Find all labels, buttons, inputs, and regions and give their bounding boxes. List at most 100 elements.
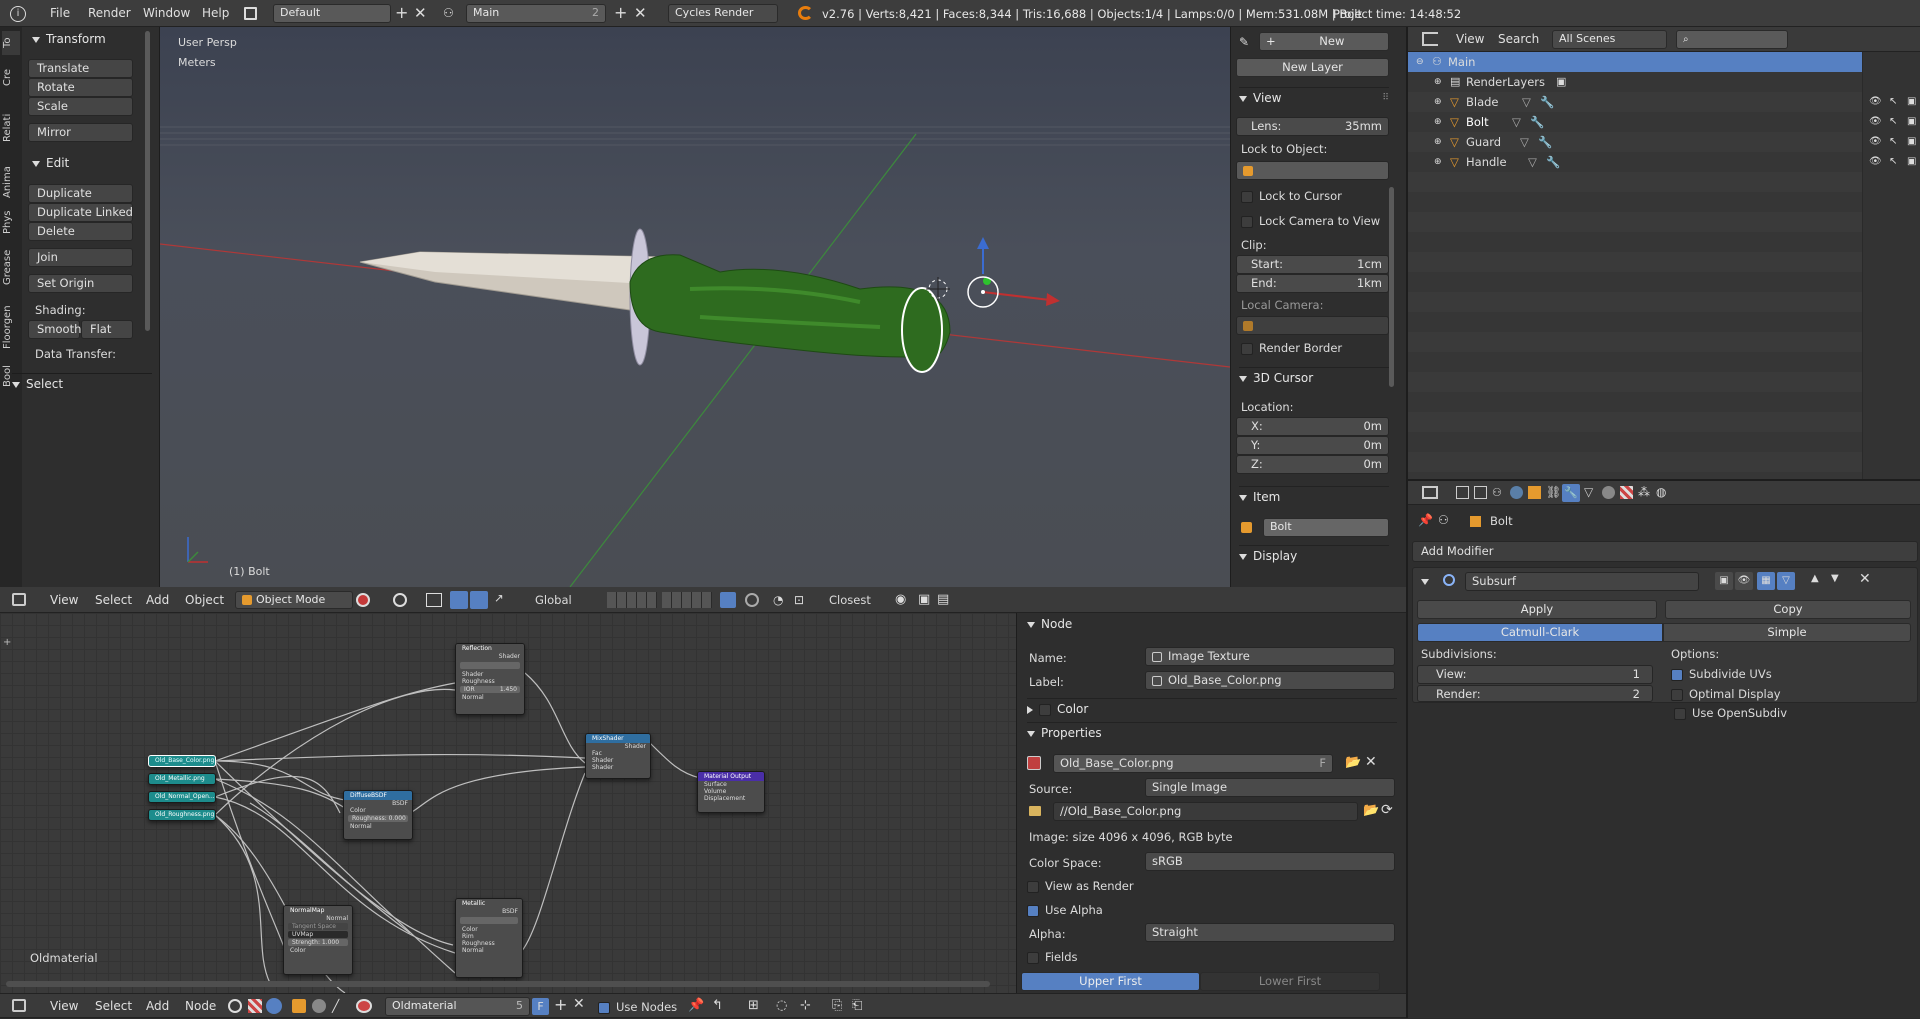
editor-type-icon[interactable] <box>12 593 26 606</box>
select-restrict-icon[interactable]: ↖ <box>1889 136 1897 147</box>
texture-tree-icon[interactable] <box>248 999 262 1013</box>
menu-view[interactable]: View <box>50 587 78 613</box>
shader-tree-icon[interactable] <box>228 999 242 1013</box>
add-scene-icon[interactable]: + <box>614 3 627 22</box>
use-nodes-checkbox[interactable]: Use Nodes <box>598 1000 677 1014</box>
clip-start-field[interactable]: Start: 1cm <box>1236 255 1389 274</box>
constraints-tab-icon[interactable]: ⛓ <box>1546 485 1561 499</box>
line-style-icon[interactable]: ╱ <box>332 999 339 1013</box>
close-scene-icon[interactable]: ✕ <box>634 4 647 22</box>
tab-physics[interactable]: Phys <box>2 207 20 237</box>
tab-create[interactable]: Cre <box>2 59 20 95</box>
scene-tab-icon[interactable]: ⚇ <box>1492 486 1502 499</box>
apply-button[interactable]: Apply <box>1417 600 1657 619</box>
translate-manipulator-icon[interactable] <box>450 591 468 609</box>
layers-grid-2[interactable] <box>662 592 712 608</box>
tab-animation[interactable]: Anima <box>2 161 20 203</box>
data-tab-icon[interactable]: ▽ <box>1584 485 1593 499</box>
normal-map-node[interactable]: NormalMap Normal Tangent Space UVMap Str… <box>283 905 353 975</box>
texture-tab-icon[interactable] <box>1620 486 1633 499</box>
image-node-normal[interactable]: Old_Normal_Open... <box>148 791 216 803</box>
tangent-select[interactable]: Tangent Space <box>288 923 348 930</box>
layout-grid-icon[interactable] <box>244 7 257 20</box>
optimal-display-checkbox[interactable]: Optimal Display <box>1671 687 1781 701</box>
physics-tab-icon[interactable]: ◍ <box>1656 485 1666 499</box>
paste-nodes-icon[interactable]: ⎗ <box>852 998 862 1013</box>
node-editor[interactable]: + Old_Base_Color.png Old_Metallic.png Ol… <box>0 613 1016 993</box>
world-tab-icon[interactable] <box>1510 486 1523 499</box>
render-engine-select[interactable]: Cycles Render <box>668 4 778 23</box>
upper-first-button[interactable]: Upper First <box>1021 972 1200 991</box>
properties-editor-icon[interactable] <box>1422 486 1438 499</box>
mode-select[interactable]: Object Mode <box>235 591 353 609</box>
open-image-icon[interactable]: 📂 <box>1345 755 1361 770</box>
outliner-editor-icon[interactable] <box>1422 32 1438 46</box>
use-alpha-checkbox[interactable]: Use Alpha <box>1027 903 1103 917</box>
remove-modifier-icon[interactable]: ✕ <box>1859 571 1871 587</box>
editmode-toggle-icon[interactable]: ▦ <box>1757 572 1775 590</box>
use-opensubdiv-checkbox[interactable]: Use OpenSubdiv <box>1674 706 1787 720</box>
tab-floorgen[interactable]: Floorgen <box>2 297 20 357</box>
clip-end-field[interactable]: End: 1km <box>1236 274 1389 293</box>
unlink-material-icon[interactable]: ✕ <box>573 996 585 1012</box>
node-panel-header[interactable]: Node <box>1027 614 1397 634</box>
scale-button[interactable]: Scale <box>28 97 133 116</box>
lock-to-cursor-checkbox[interactable]: Lock to Cursor <box>1241 189 1342 203</box>
properties-panel-header[interactable]: Properties <box>1027 722 1397 742</box>
reflection-node[interactable]: Reflection Shader Shader Roughness IOR 1… <box>455 643 525 715</box>
shading-sphere-icon[interactable] <box>356 593 370 607</box>
cursor-z-field[interactable]: Z: 0m <box>1236 455 1389 474</box>
new-button[interactable]: + New <box>1259 32 1389 51</box>
lock-object-field[interactable] <box>1236 161 1389 180</box>
mirror-button[interactable]: Mirror <box>28 123 133 142</box>
layers-grid-1[interactable] <box>607 592 657 608</box>
node-snap-icon[interactable]: ⊹ <box>800 998 811 1013</box>
3d-viewport[interactable]: User Persp Meters (1) Bolt <box>160 27 1230 587</box>
set-origin-button[interactable]: Set Origin <box>28 274 133 293</box>
duplicate-linked-button[interactable]: Duplicate Linked <box>28 203 133 222</box>
render-toggle-icon[interactable]: ▣ <box>1715 572 1733 590</box>
manipulator-icon[interactable] <box>426 593 442 607</box>
colorspace-select[interactable]: sRGB <box>1145 852 1395 871</box>
outliner-row-blade[interactable]: ⊕ ▽ Blade ▽ 🔧 <box>1408 92 1808 112</box>
object-shader-icon[interactable] <box>292 999 306 1013</box>
cursor-y-field[interactable]: Y: 0m <box>1236 436 1389 455</box>
snap-target-select[interactable]: Closest <box>829 593 871 607</box>
add-material-icon[interactable]: + <box>554 995 567 1014</box>
scene-icon[interactable]: ⚇ <box>443 6 454 20</box>
display-panel-header[interactable]: Display <box>1239 545 1389 565</box>
node-label-field[interactable]: Old_Base_Color.png <box>1145 671 1395 690</box>
add-modifier-button[interactable]: Add Modifier <box>1412 541 1918 562</box>
image-node-roughness[interactable]: Old_Roughness.png <box>148 809 216 821</box>
image-node-base-color[interactable]: Old_Base_Color.png <box>148 755 216 767</box>
join-button[interactable]: Join <box>28 248 133 267</box>
browse-file-icon[interactable]: 📂 <box>1363 803 1379 818</box>
smooth-button[interactable]: Smooth <box>28 320 81 339</box>
view-panel-header[interactable]: View ⠿ <box>1239 87 1389 107</box>
lens-field[interactable]: Lens: 35mm <box>1236 117 1389 136</box>
alpha-select[interactable]: Straight <box>1145 923 1395 942</box>
select-restrict-icon[interactable]: ↖ <box>1889 116 1897 127</box>
copy-nodes-icon[interactable]: ⎘ <box>832 998 842 1013</box>
world-shader-icon[interactable] <box>312 999 326 1013</box>
scene-field[interactable]: Main 2 <box>466 4 606 23</box>
modifier-name-field[interactable]: Subsurf <box>1465 572 1699 591</box>
visibility-icon[interactable]: 👁 <box>1869 156 1882 167</box>
flat-button[interactable]: Flat <box>81 320 133 339</box>
view-levels-field[interactable]: View: 1 <box>1417 665 1653 684</box>
pin-icon[interactable]: 📌 <box>688 998 704 1013</box>
n-panel-scrollbar[interactable] <box>1389 187 1394 387</box>
mix-shader-node[interactable]: MixShader Shader Fac Shader Shader <box>585 733 651 779</box>
node-name-field[interactable]: Image Texture <box>1145 647 1395 666</box>
scale-manipulator-icon[interactable]: ↗ <box>490 591 508 609</box>
local-camera-field[interactable] <box>1236 316 1389 335</box>
pivot-icon[interactable] <box>393 593 407 607</box>
transform-panel-header[interactable]: Transform <box>32 29 106 49</box>
fields-checkbox[interactable]: Fields <box>1027 950 1078 964</box>
opengl-render-icon[interactable]: ▣ <box>918 592 930 607</box>
menu-file[interactable]: File <box>50 0 70 27</box>
select-restrict-icon[interactable]: ↖ <box>1889 156 1897 167</box>
render-restrict-icon[interactable]: ▣ <box>1907 116 1916 127</box>
modifiers-tab-icon[interactable]: 🔧 <box>1562 484 1580 502</box>
strength-slider[interactable]: Strength: 1.000 <box>288 939 348 946</box>
